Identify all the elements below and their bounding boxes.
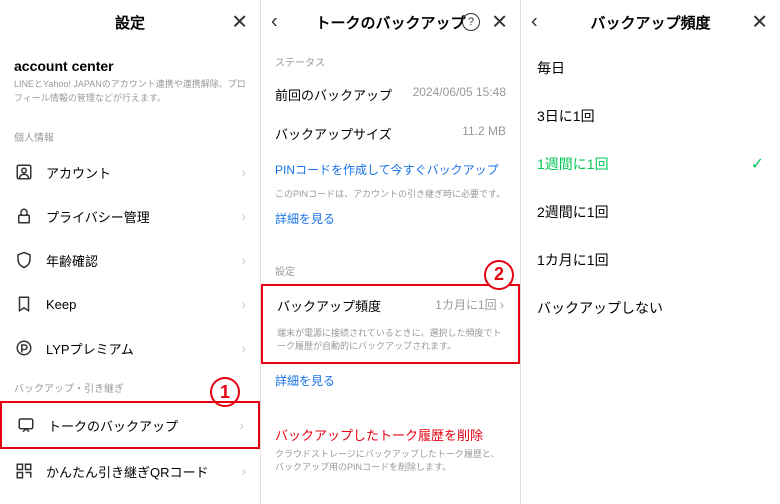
- option-label: 1カ月に1回: [537, 250, 609, 270]
- frequency-option[interactable]: 毎日: [521, 44, 780, 92]
- close-icon[interactable]: ✕: [231, 10, 248, 35]
- detail-link-2[interactable]: 詳細を見る: [261, 364, 520, 397]
- annotation-badge-2: 2: [484, 260, 514, 290]
- section-personal: 個人情報: [0, 119, 260, 150]
- chevron-right-icon: ›: [241, 340, 246, 356]
- frequency-option[interactable]: 1カ月に1回: [521, 236, 780, 284]
- item-label: トークのバックアップ: [48, 416, 239, 435]
- freq-desc: 端末が電源に接続されているときに、選択した頻度でトーク履歴が自動的にバックアップ…: [263, 325, 518, 362]
- account-center-title[interactable]: account center: [0, 44, 260, 78]
- delete-backup-link[interactable]: バックアップしたトーク履歴を削除: [261, 417, 520, 446]
- help-icon[interactable]: ?: [462, 13, 480, 31]
- close-icon[interactable]: ✕: [491, 10, 508, 35]
- item-keep[interactable]: Keep ›: [0, 282, 260, 326]
- frequency-list: 毎日 3日に1回 1週間に1回 ✓ 2週間に1回 1カ月に1回バックアップしない: [521, 44, 780, 332]
- frequency-option[interactable]: 2週間に1回: [521, 188, 780, 236]
- freq-wrap: 2 バックアップ頻度 1カ月に1回 › 端末が電源に接続されているときに、選択し…: [261, 284, 520, 364]
- item-lyp[interactable]: LYPプレミアム ›: [0, 326, 260, 370]
- item-talk-backup[interactable]: トークのバックアップ ›: [0, 401, 260, 449]
- option-label: バックアップしない: [537, 298, 663, 318]
- frequency-option[interactable]: 3日に1回: [521, 92, 780, 140]
- back-icon[interactable]: ‹: [271, 11, 278, 34]
- item-account[interactable]: アカウント ›: [0, 150, 260, 194]
- back-icon[interactable]: ‹: [531, 11, 538, 34]
- pin-create-link[interactable]: PINコードを作成して今すぐバックアップ: [261, 153, 520, 186]
- frequency-option[interactable]: バックアップしない: [521, 284, 780, 332]
- item-label: 年齢確認: [46, 251, 241, 270]
- lock-icon: [14, 206, 34, 226]
- row-last-backup: 前回のバックアップ 2024/06/05 15:48: [261, 75, 520, 114]
- settings-screen: 設定 ✕ account center LINEとYahoo! JAPANのアカ…: [0, 0, 260, 504]
- delete-desc: クラウドストレージにバックアップしたトーク履歴と、バックアップ用のPINコードを…: [261, 446, 520, 483]
- item-age[interactable]: 年齢確認 ›: [0, 238, 260, 282]
- option-label: 毎日: [537, 58, 565, 78]
- size-value: 11.2 MB: [462, 124, 506, 143]
- chat-backup-icon: [16, 415, 36, 435]
- detail-link[interactable]: 詳細を見る: [261, 210, 520, 235]
- item-label: アカウント: [46, 163, 241, 182]
- frequency-option[interactable]: 1週間に1回 ✓: [521, 140, 780, 188]
- header: ‹ バックアップ頻度 ✕: [521, 0, 780, 44]
- page-title: 設定: [115, 12, 145, 33]
- backup-frequency-screen: ‹ バックアップ頻度 ✕ 毎日3日に1回1週間に1回✓2週間に1回1カ月に1回バ…: [520, 0, 780, 504]
- talk-backup-screen: ‹ トークのバックアップ ? ✕ ステータス 前回のバックアップ 2024/06…: [260, 0, 520, 504]
- header: ‹ トークのバックアップ ? ✕: [261, 0, 520, 44]
- user-icon: [14, 162, 34, 182]
- option-label: 2週間に1回: [537, 202, 609, 222]
- chevron-right-icon: ›: [241, 463, 246, 479]
- qr-icon: [14, 461, 34, 481]
- item-transfer[interactable]: アカウント引き継ぎオプション ›: [0, 493, 260, 504]
- size-label: バックアップサイズ: [275, 124, 392, 143]
- header: 設定 ✕: [0, 0, 260, 44]
- chevron-right-icon: ›: [241, 252, 246, 268]
- freq-highlight: バックアップ頻度 1カ月に1回 › 端末が電源に接続されているときに、選択した頻…: [261, 284, 520, 364]
- chevron-right-icon: ›: [241, 296, 246, 312]
- chevron-right-icon: ›: [239, 417, 244, 433]
- shield-icon: [14, 250, 34, 270]
- item-qr[interactable]: かんたん引き継ぎQRコード ›: [0, 449, 260, 493]
- option-label: 1週間に1回: [537, 154, 609, 174]
- option-label: 3日に1回: [537, 106, 595, 126]
- page-title: トークのバックアップ: [315, 12, 465, 33]
- close-icon[interactable]: ✕: [751, 10, 768, 35]
- freq-label: バックアップ頻度: [277, 296, 381, 315]
- row-size: バックアップサイズ 11.2 MB: [261, 114, 520, 153]
- account-center-desc: LINEとYahoo! JAPANのアカウント連携や連携解除、プロフィール情報の…: [0, 78, 260, 119]
- page-title: バックアップ頻度: [590, 12, 710, 33]
- chevron-right-icon: ›: [241, 208, 246, 224]
- bookmark-icon: [14, 294, 34, 314]
- item-privacy[interactable]: プライバシー管理 ›: [0, 194, 260, 238]
- item-label: LYPプレミアム: [46, 339, 241, 358]
- section-status: ステータス: [261, 44, 520, 75]
- section-settings: 設定: [261, 253, 520, 284]
- chevron-right-icon: ›: [241, 164, 246, 180]
- freq-value: 1カ月に1回 ›: [435, 296, 504, 315]
- talk-backup-wrap: 1 トークのバックアップ ›: [0, 401, 260, 449]
- last-backup-value: 2024/06/05 15:48: [413, 85, 506, 104]
- pin-desc: このPINコードは、アカウントの引き継ぎ時に必要です。: [261, 186, 520, 210]
- item-backup-frequency[interactable]: バックアップ頻度 1カ月に1回 ›: [263, 286, 518, 325]
- item-label: プライバシー管理: [46, 207, 241, 226]
- item-label: かんたん引き継ぎQRコード: [46, 462, 241, 481]
- premium-icon: [14, 338, 34, 358]
- item-label: Keep: [46, 297, 241, 312]
- check-icon: ✓: [751, 154, 764, 174]
- last-backup-label: 前回のバックアップ: [275, 85, 392, 104]
